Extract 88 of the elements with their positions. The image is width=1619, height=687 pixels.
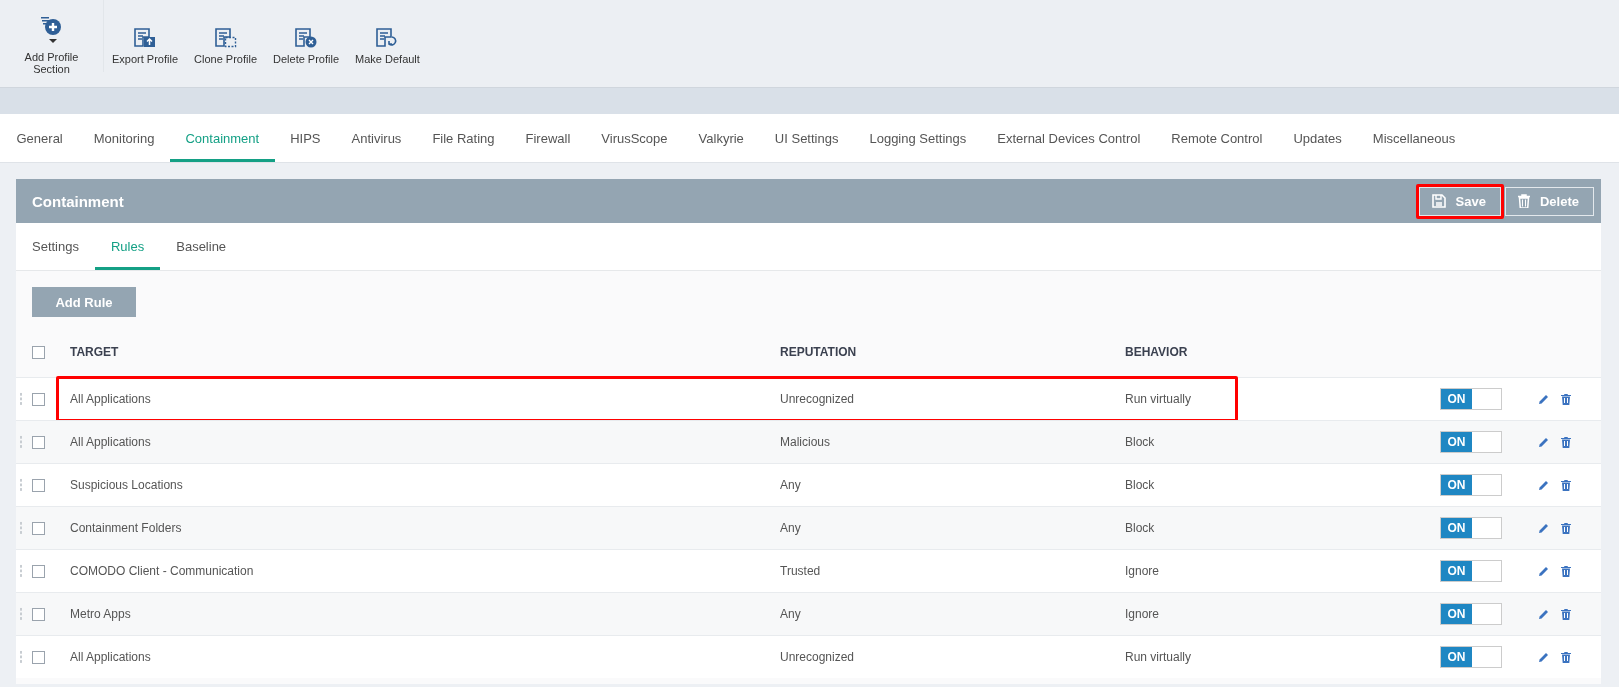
tab[interactable]: VirusScope: [585, 114, 684, 162]
toolbar-button[interactable]: Export Profile: [104, 16, 187, 65]
tab[interactable]: HIPS: [274, 114, 336, 162]
tab[interactable]: Monitoring: [78, 114, 170, 162]
table-cell-text: All Applications: [70, 435, 152, 449]
checkbox[interactable]: [32, 564, 45, 578]
table-cell-text: Malicious: [780, 435, 831, 449]
toolbar-button[interactable]: Add Profile Section: [0, 0, 104, 72]
column-header: BEHAVIOR: [1125, 345, 1189, 359]
tab[interactable]: UI Settings: [759, 114, 854, 162]
tab[interactable]: Remote Control: [1155, 114, 1278, 162]
tab[interactable]: Valkyrie: [683, 114, 760, 162]
subtab[interactable]: Settings: [16, 223, 95, 270]
panel-title: Containment: [32, 192, 125, 210]
tab[interactable]: File Rating: [416, 114, 510, 162]
clipboard-copy-icon: [213, 26, 238, 48]
toggle-switch[interactable]: ON: [1440, 474, 1502, 496]
table-cell-text: Run virtually: [1125, 392, 1193, 406]
checkbox[interactable]: [32, 607, 45, 621]
edit-icon[interactable]: [1538, 393, 1549, 405]
checkbox[interactable]: [32, 650, 45, 664]
drag-handle-icon[interactable]: [19, 650, 23, 664]
drag-handle-icon[interactable]: [19, 478, 23, 492]
tab[interactable]: Updates: [1277, 114, 1358, 162]
table-cell-text: Block: [1125, 521, 1156, 535]
tab[interactable]: Logging Settings: [853, 114, 982, 162]
table-cell-text: Unrecognized: [780, 392, 856, 406]
toggle-switch[interactable]: ON: [1440, 646, 1502, 668]
toggle-switch[interactable]: ON: [1440, 517, 1502, 539]
edit-icon[interactable]: [1538, 522, 1549, 534]
column-header: REPUTATION: [780, 345, 858, 359]
table-cell-text: Ignore: [1125, 564, 1161, 578]
edit-icon[interactable]: [1538, 565, 1549, 577]
delete-icon[interactable]: [1561, 651, 1571, 663]
checkbox[interactable]: [32, 521, 45, 535]
subtab[interactable]: Baseline: [160, 223, 243, 270]
drag-handle-icon[interactable]: [19, 392, 23, 406]
tab[interactable]: External Devices Control: [981, 114, 1156, 162]
toggle-switch[interactable]: ON: [1440, 603, 1502, 625]
table-cell-text: COMODO Client - Communication: [70, 564, 255, 578]
clipboard-remove-icon: [294, 26, 319, 48]
table-cell-text: Run virtually: [1125, 650, 1193, 664]
clipboard-upload-icon: [133, 26, 157, 48]
toggle-switch[interactable]: ON: [1440, 388, 1502, 410]
table-cell-text: Any: [780, 478, 802, 492]
table-cell-text: Block: [1125, 478, 1156, 492]
delete-icon[interactable]: [1561, 393, 1571, 405]
add-list-icon: [40, 16, 63, 46]
edit-icon[interactable]: [1538, 479, 1549, 491]
table-cell-text: Trusted: [780, 564, 822, 578]
toggle-switch[interactable]: ON: [1440, 431, 1502, 453]
checkbox[interactable]: [32, 478, 45, 492]
checkbox[interactable]: [32, 435, 45, 449]
tab[interactable]: Antivirus: [336, 114, 417, 162]
edit-icon[interactable]: [1538, 608, 1549, 620]
table-cell-text: Unrecognized: [780, 650, 856, 664]
table-cell-text: Any: [780, 607, 802, 621]
delete-icon[interactable]: [1561, 608, 1571, 620]
delete-icon[interactable]: [1561, 479, 1571, 491]
tab[interactable]: Firewall: [510, 114, 586, 162]
floppy-disk-icon: [1431, 194, 1446, 208]
drag-handle-icon[interactable]: [19, 564, 23, 578]
drag-handle-icon[interactable]: [19, 607, 23, 621]
table-cell-text: Suspicious Locations: [70, 478, 184, 492]
tab[interactable]: General: [1, 114, 79, 162]
delete-icon[interactable]: [1561, 522, 1571, 534]
delete-icon[interactable]: [1561, 436, 1571, 448]
edit-icon[interactable]: [1538, 436, 1549, 448]
drag-handle-icon[interactable]: [19, 521, 23, 535]
drag-handle-icon[interactable]: [19, 435, 23, 449]
trash-icon: [1517, 194, 1530, 208]
edit-icon[interactable]: [1538, 651, 1549, 663]
table-cell-text: Ignore: [1125, 607, 1161, 621]
toolbar-button[interactable]: Delete Profile: [265, 16, 348, 65]
delete-icon[interactable]: [1561, 565, 1571, 577]
toolbar-button[interactable]: Clone Profile: [186, 16, 265, 65]
toolbar-button[interactable]: Make Default: [347, 16, 428, 65]
table-cell-text: Any: [780, 521, 802, 535]
tab[interactable]: Miscellaneous: [1357, 114, 1471, 162]
checkbox[interactable]: [32, 345, 45, 359]
table-cell-text: All Applications: [70, 392, 152, 406]
column-header: TARGET: [70, 345, 120, 359]
table-cell-text: All Applications: [70, 650, 152, 664]
table-cell-text: Block: [1125, 435, 1156, 449]
checkbox[interactable]: [32, 392, 45, 406]
table-cell-text: Containment Folders: [70, 521, 183, 535]
table-cell-text: Metro Apps: [70, 607, 132, 621]
toggle-switch[interactable]: ON: [1440, 560, 1502, 582]
